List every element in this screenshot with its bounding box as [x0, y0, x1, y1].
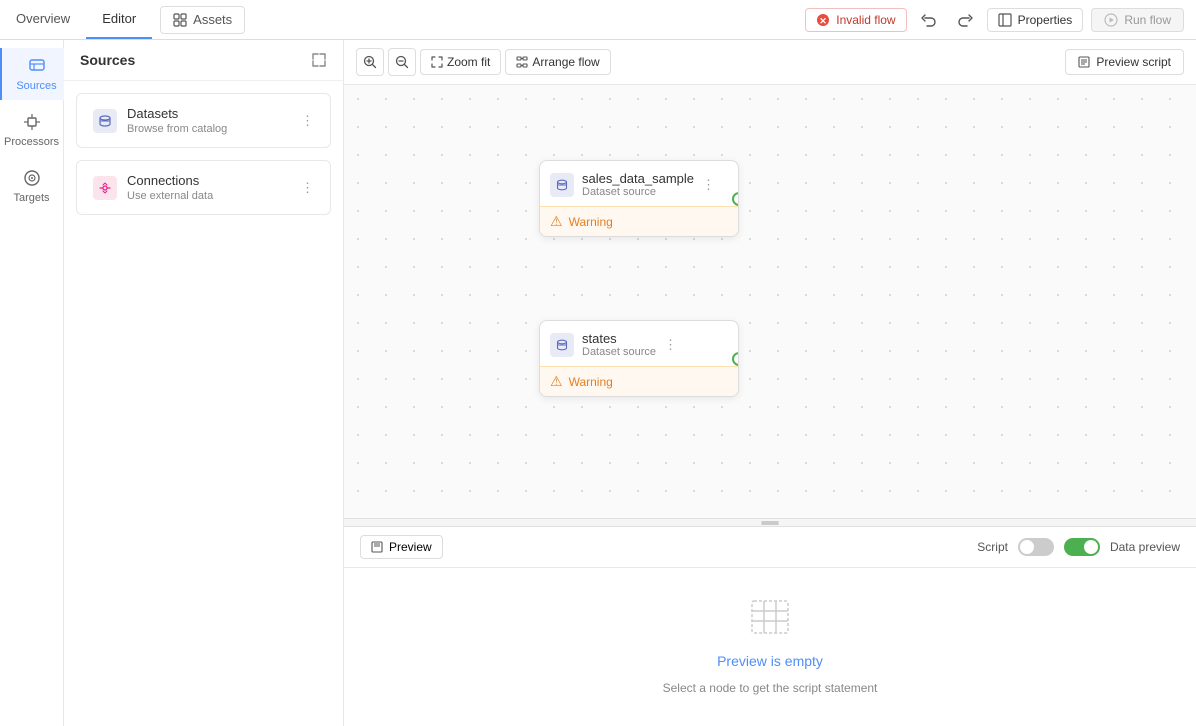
datasets-desc: Browse from catalog — [127, 123, 291, 135]
node2-warning: ⚠ Warning — [540, 366, 738, 396]
connections-icon — [93, 176, 117, 200]
error-icon: ✕ — [816, 13, 830, 27]
sources-panel: Sources Datasets Browse from catalog ⋮ — [64, 40, 344, 726]
zoom-out-button[interactable] — [388, 48, 416, 76]
node2-title: states — [582, 331, 656, 346]
node2-menu[interactable]: ⋮ — [664, 337, 677, 353]
tab-overview[interactable]: Overview — [0, 0, 86, 39]
top-bar: Overview Editor Assets ✕ Invalid flow — [0, 0, 1196, 40]
main-layout: Sources Processors Targets Sources — [0, 40, 1196, 726]
empty-title: Preview is empty — [717, 653, 823, 669]
processors-icon — [22, 112, 42, 132]
expand-icon[interactable] — [311, 52, 327, 68]
node2-connector[interactable] — [732, 352, 739, 366]
datasets-card[interactable]: Datasets Browse from catalog ⋮ — [76, 93, 331, 148]
zoom-in-button[interactable] — [356, 48, 384, 76]
preview-script-button[interactable]: Preview script — [1065, 49, 1184, 75]
properties-icon — [998, 13, 1012, 27]
tab-assets[interactable]: Assets — [160, 6, 245, 34]
connections-text: Connections Use external data — [127, 173, 291, 202]
connections-menu[interactable]: ⋮ — [301, 180, 314, 196]
invalid-flow-badge: ✕ Invalid flow — [805, 8, 906, 32]
sources-header: Sources — [64, 40, 343, 81]
empty-desc: Select a node to get the script statemen… — [663, 681, 878, 695]
datasets-text: Datasets Browse from catalog — [127, 106, 291, 135]
arrange-flow-button[interactable]: Arrange flow — [505, 49, 610, 75]
node1-title: sales_data_sample — [582, 171, 694, 186]
preview-icon — [371, 541, 383, 553]
node1-icon — [550, 173, 574, 197]
script-icon — [1078, 56, 1090, 68]
canvas-area: Zoom fit Arrange flow — [344, 40, 1196, 518]
tab-editor[interactable]: Editor — [86, 0, 152, 39]
flow-node-states-header: states Dataset source ⋮ — [540, 321, 738, 366]
zoom-fit-icon — [431, 56, 443, 68]
preview-button[interactable]: Preview — [360, 535, 443, 559]
undo-icon — [921, 12, 937, 28]
datasets-menu[interactable]: ⋮ — [301, 113, 314, 129]
node2-text: states Dataset source — [582, 331, 656, 358]
redo-button[interactable] — [951, 6, 979, 34]
warning1-icon: ⚠ — [550, 213, 563, 230]
warning2-icon: ⚠ — [550, 373, 563, 390]
sources-title: Sources — [80, 52, 135, 68]
bottom-toolbar: Preview Script Data preview — [344, 527, 1196, 568]
bottom-panel: Preview Script Data preview Preview — [344, 526, 1196, 726]
node1-subtitle: Dataset source — [582, 186, 694, 198]
node1-text: sales_data_sample Dataset source — [582, 171, 694, 198]
sidebar-item-sources[interactable]: Sources — [0, 48, 64, 100]
sidebar-item-processors[interactable]: Processors — [4, 104, 60, 156]
canvas-grid[interactable]: sales_data_sample Dataset source ⋮ ⚠ War… — [344, 85, 1196, 518]
zoom-out-icon — [395, 55, 409, 69]
flow-node-sales-header: sales_data_sample Dataset source ⋮ — [540, 161, 738, 206]
play-icon — [1104, 13, 1118, 27]
connections-svg — [98, 181, 112, 195]
left-nav: Sources Processors Targets — [0, 40, 64, 726]
canvas-toolbar: Zoom fit Arrange flow — [344, 40, 1196, 85]
properties-button[interactable]: Properties — [987, 8, 1084, 32]
zoom-in-icon — [363, 55, 377, 69]
dataset-svg — [98, 114, 112, 128]
undo-button[interactable] — [915, 6, 943, 34]
top-bar-right: ✕ Invalid flow Properties — [805, 6, 1196, 34]
bottom-empty: Preview is empty Select a node to get th… — [344, 568, 1196, 719]
node2-icon — [550, 333, 574, 357]
redo-icon — [957, 12, 973, 28]
assets-icon — [173, 13, 187, 27]
sidebar-item-targets[interactable]: Targets — [4, 160, 60, 212]
flow-node-sales[interactable]: sales_data_sample Dataset source ⋮ ⚠ War… — [539, 160, 739, 237]
arrange-icon — [516, 56, 528, 68]
empty-table-icon — [746, 593, 794, 641]
datasets-icon — [93, 109, 117, 133]
node2-subtitle: Dataset source — [582, 346, 656, 358]
sources-icon — [27, 56, 47, 76]
split-handle[interactable] — [344, 518, 1196, 526]
connections-desc: Use external data — [127, 190, 291, 202]
tab-assets-label: Assets — [193, 12, 232, 27]
svg-text:✕: ✕ — [819, 16, 827, 26]
zoom-fit-button[interactable]: Zoom fit — [420, 49, 501, 75]
flow-node-states[interactable]: states Dataset source ⋮ ⚠ Warning — [539, 320, 739, 397]
data-preview-toggle[interactable] — [1064, 538, 1100, 556]
script-toggle[interactable] — [1018, 538, 1054, 556]
node1-menu[interactable]: ⋮ — [702, 177, 715, 193]
datasets-title: Datasets — [127, 106, 291, 121]
node1-warning: ⚠ Warning — [540, 206, 738, 236]
right-area: Zoom fit Arrange flow — [344, 40, 1196, 726]
run-flow-button[interactable]: Run flow — [1091, 8, 1184, 32]
connections-title: Connections — [127, 173, 291, 188]
targets-icon — [22, 168, 42, 188]
connections-card[interactable]: Connections Use external data ⋮ — [76, 160, 331, 215]
node1-connector[interactable] — [732, 192, 739, 206]
toggle-group: Script Data preview — [977, 538, 1180, 556]
